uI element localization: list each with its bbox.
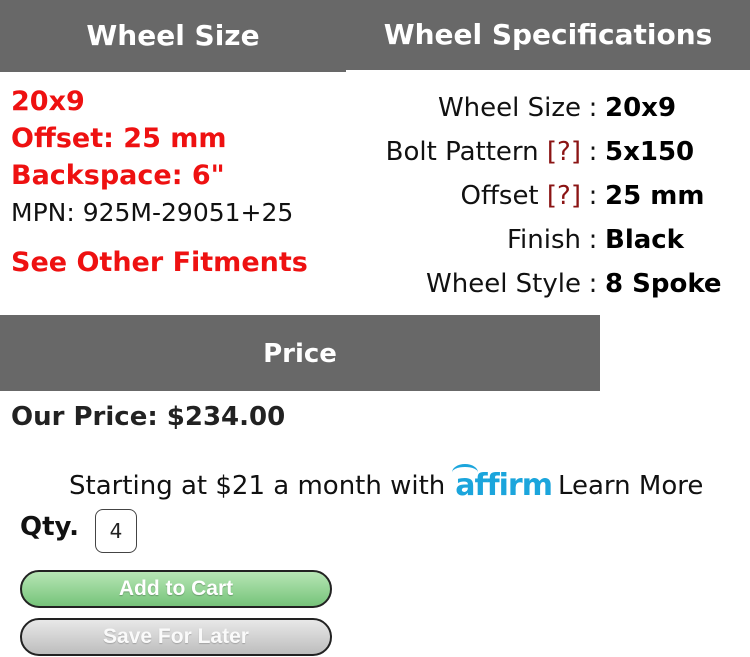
spec-label: Wheel Size [351,93,581,123]
financing-text: Starting at $21 a month with [69,470,446,501]
qty-label: Qty. [20,512,79,542]
summary-offset: Offset: 25 mm [11,123,227,154]
spec-label-text: Finish [506,225,581,255]
spec-separator: : [588,137,598,167]
spec-separator: : [588,269,598,299]
spec-row-wheel-size: Wheel Size : 20x9 [351,86,730,130]
specs-table: Wheel Size : 20x9 Bolt Pattern [?] : 5x1… [351,86,730,306]
spec-value: 20x9 [605,93,677,123]
spec-value: 5x150 [605,137,695,167]
quantity-input[interactable] [95,509,137,553]
wheel-size-header: Wheel Size [0,0,346,72]
spec-value: 8 Spoke [605,269,722,299]
summary-size: 20x9 [11,86,85,117]
spec-row-bolt-pattern: Bolt Pattern [?] : 5x150 [351,130,730,174]
save-for-later-button[interactable]: Save For Later [20,618,332,656]
our-price: Our Price: $234.00 [11,402,286,432]
financing-offer: Starting at $21 a month with affirm Lear… [69,464,703,503]
spec-label: Bolt Pattern [?] [351,137,581,167]
spec-row-wheel-style: Wheel Style : 8 Spoke [351,262,730,306]
affirm-logo[interactable]: affirm [452,464,553,503]
spec-label: Finish [351,225,581,255]
spec-value: 25 mm [605,181,705,211]
summary-mpn: MPN: 925M-29051+25 [11,198,294,227]
offset-help-link[interactable]: [?] [547,181,581,211]
spec-label-text: Wheel Style [426,269,581,299]
spec-label-text: Bolt Pattern [385,137,539,167]
learn-more-link[interactable]: Learn More [558,471,703,501]
spec-separator: : [588,225,598,255]
bolt-pattern-help-link[interactable]: [?] [547,137,581,167]
summary-backspace: Backspace: 6" [11,160,225,191]
wheel-specs-header: Wheel Specifications [346,0,750,70]
spec-row-offset: Offset [?] : 25 mm [351,174,730,218]
add-to-cart-button[interactable]: Add to Cart [20,570,332,608]
spec-separator: : [588,93,598,123]
spec-value: Black [605,225,684,255]
see-other-fitments-link[interactable]: See Other Fitments [11,247,308,278]
spec-label-text: Offset [460,181,539,211]
spec-row-finish: Finish : Black [351,218,730,262]
spec-separator: : [588,181,598,211]
wheel-summary: 20x9 Offset: 25 mm Backspace: 6" MPN: 92… [11,83,293,231]
spec-label-text: Wheel Size [437,93,581,123]
spec-label: Wheel Style [351,269,581,299]
spec-label: Offset [?] [351,181,581,211]
price-header: Price [0,315,600,391]
